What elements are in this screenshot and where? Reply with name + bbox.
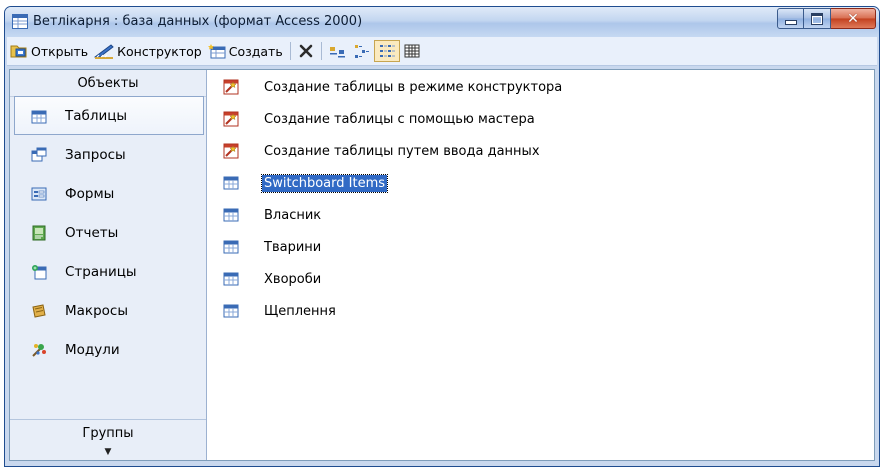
expand-groups-button[interactable]: ▼: [10, 442, 206, 462]
report-icon: [32, 225, 46, 241]
details-view-button[interactable]: [400, 40, 424, 62]
create-table-icon: [207, 44, 226, 59]
object-list-item-label: Щеплення: [264, 303, 336, 319]
objects-bar: Объекты Таблицы Запросы Формы Отчеты Страниц…: [10, 70, 207, 460]
design-ruler-icon: [94, 44, 114, 59]
wizard-icon: [223, 79, 239, 95]
objects-item[interactable]: Запросы: [10, 135, 206, 174]
database-window: Ветлікарня : база данных (формат Access …: [4, 6, 880, 467]
window-controls: ✕: [777, 8, 876, 30]
objects-item-label: Макросы: [65, 302, 128, 319]
title-bar[interactable]: Ветлікарня : база данных (формат Access …: [5, 7, 879, 37]
object-list-item-label: Тварини: [264, 239, 322, 255]
create-label: Создать: [228, 43, 283, 59]
objects-item-label: Страницы: [65, 263, 137, 280]
chevron-down-icon: ▼: [104, 447, 112, 457]
delete-icon: [299, 44, 313, 58]
minimize-icon: [784, 20, 797, 25]
toolbar: Открыть Конструктор Создать: [7, 37, 877, 66]
toolbar-separator: [320, 42, 322, 60]
objects-item-label: Таблицы: [65, 107, 128, 124]
form-icon: [31, 187, 47, 201]
small-icons-icon: [354, 45, 369, 58]
design-button[interactable]: Конструктор: [91, 40, 205, 62]
delete-button[interactable]: [295, 40, 317, 62]
database-content: Объекты Таблицы Запросы Формы Отчеты Страниц…: [9, 69, 875, 461]
object-list-item[interactable]: Хвороби: [223, 269, 323, 289]
table-icon: [223, 272, 239, 286]
table-icon: [223, 176, 239, 190]
open-label: Открыть: [31, 43, 89, 59]
open-button[interactable]: Открыть: [7, 40, 91, 62]
object-list-item-label: Создание таблицы в режиме конструктора: [264, 79, 563, 95]
window-title: Ветлікарня : база данных (формат Access …: [33, 14, 363, 29]
objects-item-label: Отчеты: [65, 224, 119, 241]
open-folder-icon: [10, 45, 27, 58]
table-icon: [223, 240, 239, 254]
object-list-item[interactable]: Щеплення: [223, 301, 338, 321]
table-icon: [223, 304, 239, 318]
object-list-item[interactable]: Власник: [223, 205, 323, 225]
table-icon: [31, 110, 47, 124]
wizard-icon: [223, 111, 239, 127]
object-list-item-label: Switchboard Items: [260, 173, 389, 193]
object-list-item[interactable]: Тварини: [223, 237, 323, 257]
small-icons-button[interactable]: [350, 40, 374, 62]
objects-item[interactable]: Страницы: [10, 252, 206, 291]
object-list-item-label: Хвороби: [264, 271, 322, 287]
query-icon: [31, 147, 47, 162]
objects-header[interactable]: Объекты: [10, 70, 206, 97]
list-view-icon: [379, 45, 395, 57]
objects-list: Таблицы Запросы Формы Отчеты Страницы Макросы…: [10, 96, 206, 369]
create-button[interactable]: Создать: [205, 40, 286, 62]
objects-item[interactable]: Макросы: [10, 291, 206, 330]
large-icons-button[interactable]: [326, 40, 350, 62]
objects-item-label: Модули: [65, 341, 120, 358]
macro-icon: [32, 304, 46, 318]
objects-item[interactable]: Формы: [10, 174, 206, 213]
objects-item-label: Запросы: [65, 146, 126, 163]
maximize-icon: [811, 12, 823, 25]
object-list-item[interactable]: Создание таблицы с помощью мастера: [223, 109, 537, 129]
minimize-button[interactable]: [777, 8, 804, 29]
objects-item[interactable]: Модули: [10, 330, 206, 369]
details-view-icon: [404, 44, 420, 58]
close-button[interactable]: ✕: [831, 8, 876, 29]
object-list-item-label: Власник: [264, 207, 322, 223]
object-list-item-label: Создание таблицы с помощью мастера: [264, 111, 535, 127]
object-list-item[interactable]: Создание таблицы в режиме конструктора: [223, 77, 564, 97]
object-list-item[interactable]: Создание таблицы путем ввода данных: [223, 141, 542, 161]
list-view-button[interactable]: [373, 40, 400, 62]
object-items-list: Создание таблицы в режиме конструктора Со…: [210, 70, 874, 460]
objects-item[interactable]: Таблицы: [14, 96, 204, 135]
page-icon: [32, 265, 47, 280]
large-icons-icon: [329, 47, 345, 58]
objects-item[interactable]: Отчеты: [10, 213, 206, 252]
close-icon: ✕: [847, 10, 859, 27]
design-label: Конструктор: [117, 43, 202, 59]
table-icon: [223, 208, 239, 222]
module-icon: [32, 344, 46, 357]
object-list-item[interactable]: Switchboard Items: [223, 173, 389, 193]
objects-item-label: Формы: [65, 185, 115, 202]
wizard-icon: [223, 143, 239, 159]
maximize-button[interactable]: [804, 8, 831, 29]
toolbar-separator: [289, 42, 291, 60]
object-list-item-label: Создание таблицы путем ввода данных: [264, 143, 540, 159]
access-app-icon: [12, 14, 28, 29]
